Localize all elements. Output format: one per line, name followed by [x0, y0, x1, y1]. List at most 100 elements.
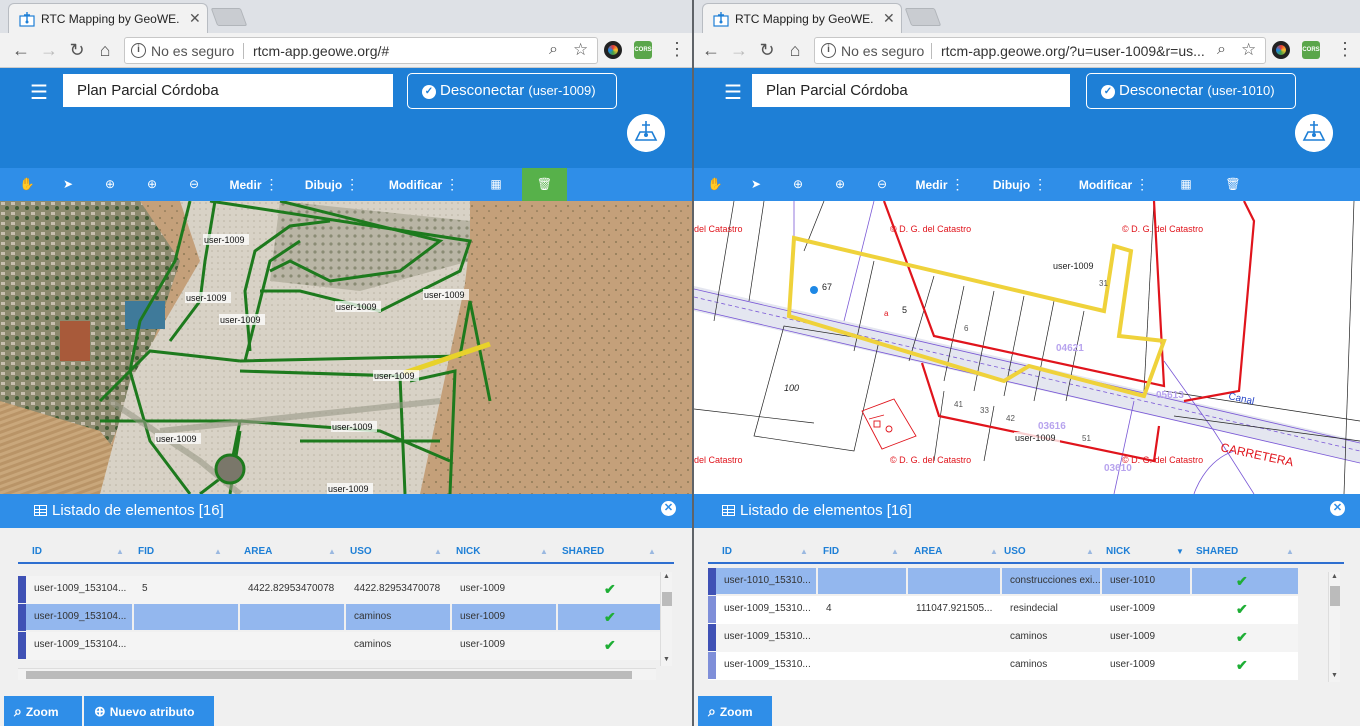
- browser-menu-icon[interactable]: ⋮: [1336, 39, 1354, 60]
- home-icon[interactable]: ⌂: [784, 39, 806, 61]
- close-panel-icon[interactable]: ✕: [1330, 501, 1345, 516]
- cors-extension-icon[interactable]: CORS: [1302, 41, 1320, 59]
- shared-check-icon: ✔: [1236, 601, 1248, 617]
- bookmark-star-icon[interactable]: ☆: [573, 40, 588, 60]
- hamburger-menu-icon[interactable]: ☰: [30, 80, 48, 105]
- pan-hand-icon[interactable]: ✋: [14, 168, 40, 201]
- map-label: user-1009: [336, 302, 377, 312]
- new-attribute-button[interactable]: ⊕ Nuevo atributo: [84, 696, 214, 726]
- column-header-nick[interactable]: NICK ▲: [456, 546, 548, 557]
- zoom-out-icon[interactable]: ⊖: [182, 168, 206, 201]
- back-icon[interactable]: ←: [10, 39, 32, 61]
- horizontal-scrollbar[interactable]: [18, 668, 656, 680]
- disconnect-button[interactable]: ✓ Desconectar (user-1010): [1086, 73, 1296, 109]
- disconnect-user: (user-1009): [528, 83, 596, 98]
- forward-icon[interactable]: →: [38, 39, 60, 61]
- zoom-in-icon[interactable]: ⊕: [140, 168, 164, 201]
- project-name-input[interactable]: [752, 74, 1070, 107]
- column-header-shared[interactable]: SHARED ▲: [1196, 546, 1294, 557]
- select-pointer-icon[interactable]: ➤: [744, 168, 768, 201]
- column-header-shared[interactable]: SHARED ▲: [562, 546, 656, 557]
- column-header-uso[interactable]: USO ▲: [350, 546, 442, 557]
- browser-menu-icon[interactable]: ⋮: [668, 39, 686, 60]
- cell-id: user-1009_153104...: [34, 583, 127, 594]
- map-label: © D. G. del Catastro: [890, 455, 971, 465]
- delete-trash-icon[interactable]: 🗑: [522, 168, 567, 201]
- disconnect-button[interactable]: ✓ Desconectar (user-1009): [407, 73, 617, 109]
- reload-icon[interactable]: ↻: [66, 39, 88, 61]
- column-header-uso[interactable]: USO ▲: [1004, 546, 1094, 557]
- map-label: 33: [980, 406, 989, 415]
- tab-close-icon[interactable]: ✕: [189, 10, 201, 27]
- column-header-id[interactable]: ID ▲: [32, 546, 124, 557]
- cors-extension-icon[interactable]: CORS: [634, 41, 652, 59]
- close-panel-icon[interactable]: ✕: [661, 501, 676, 516]
- draw-menu[interactable]: Dibujo ⋮: [302, 168, 362, 201]
- forward-icon[interactable]: →: [728, 39, 750, 61]
- table-row[interactable]: user-1009_15310... caminos user-1009 ✔: [708, 624, 1298, 652]
- list-panel: ID ▲ FID ▲ AREA ▲ USO ▲ NICK ▼ SHARED ▲ user-1…: [694, 528, 1360, 696]
- column-header-id[interactable]: ID ▲: [722, 546, 808, 557]
- map-cadastre[interactable]: del Catastro © D. G. del Catastro © D. G…: [694, 201, 1360, 494]
- table-row-selected[interactable]: user-1010_15310... construcciones exi...…: [708, 568, 1298, 596]
- hamburger-menu-icon[interactable]: ☰: [724, 80, 742, 105]
- zoom-in-icon[interactable]: ⊕: [828, 168, 852, 201]
- modify-menu[interactable]: Modificar ⋮: [1074, 168, 1154, 201]
- column-header-area[interactable]: AREA ▲: [244, 546, 336, 557]
- measure-menu[interactable]: Medir ⋮: [224, 168, 284, 201]
- home-icon[interactable]: ⌂: [94, 39, 116, 61]
- zoom-button[interactable]: ⌕ Zoom: [4, 696, 82, 726]
- address-bar[interactable]: i No es seguro rtcm-app.geowe.org/?u=use…: [814, 37, 1266, 64]
- info-icon[interactable]: i: [131, 43, 146, 58]
- list-title: Listado de elementos [16]: [34, 502, 224, 519]
- new-tab-button[interactable]: [904, 8, 942, 26]
- back-icon[interactable]: ←: [700, 39, 722, 61]
- map-label: user-1009: [156, 434, 197, 444]
- vertical-scrollbar[interactable]: ▲ ▼: [1328, 572, 1340, 682]
- zoom-out-icon[interactable]: ⊖: [870, 168, 894, 201]
- column-header-nick[interactable]: NICK ▼: [1106, 546, 1184, 557]
- draw-menu[interactable]: Dibujo ⋮: [990, 168, 1050, 201]
- tab-close-icon[interactable]: ✕: [883, 10, 895, 27]
- map-label: user-1009: [424, 290, 465, 300]
- search-icon[interactable]: ⌕: [1217, 41, 1226, 59]
- map-canvas[interactable]: user-1009 user-1009 user-1009 user-1009 …: [0, 201, 692, 494]
- new-tab-button[interactable]: [210, 8, 248, 26]
- table-row[interactable]: user-1009_15310... caminos user-1009 ✔: [708, 652, 1298, 680]
- table-row[interactable]: user-1009_153104... 5 4422.82953470078 4…: [18, 576, 660, 604]
- cell-fid: [134, 604, 238, 630]
- info-icon[interactable]: i: [821, 43, 836, 58]
- map-satellite[interactable]: user-1009 user-1009 user-1009 user-1009 …: [0, 201, 692, 494]
- reload-icon[interactable]: ↻: [756, 39, 778, 61]
- pan-hand-icon[interactable]: ✋: [702, 168, 728, 201]
- extension-color-icon[interactable]: [1272, 41, 1290, 59]
- address-bar[interactable]: i No es seguro rtcm-app.geowe.org/# ⌕ ☆: [124, 37, 598, 64]
- map-label: 41: [954, 400, 963, 409]
- delete-trash-icon[interactable]: 🗑: [1220, 168, 1246, 201]
- extension-color-icon[interactable]: [604, 41, 622, 59]
- disconnect-user: (user-1010): [1207, 83, 1275, 98]
- table-icon[interactable]: ▦: [482, 168, 510, 201]
- zoom-box-icon[interactable]: ⊕: [98, 168, 122, 201]
- table-row-selected[interactable]: user-1009_153104... caminos user-1009 ✔: [18, 604, 660, 632]
- table-icon[interactable]: ▦: [1172, 168, 1200, 201]
- zoom-button[interactable]: ⌕ Zoom: [698, 696, 772, 726]
- project-name-input[interactable]: [63, 74, 393, 107]
- column-header-fid[interactable]: FID ▲: [823, 546, 899, 557]
- table-row[interactable]: user-1009_15310... 4 111047.921505... re…: [708, 596, 1298, 624]
- column-header-fid[interactable]: FID ▲: [138, 546, 222, 557]
- table-row[interactable]: user-1009_153104... caminos user-1009 ✔: [18, 632, 660, 660]
- select-pointer-icon[interactable]: ➤: [56, 168, 80, 201]
- measure-menu[interactable]: Medir ⋮: [910, 168, 970, 201]
- browser-tab[interactable]: RTC Mapping by GeoWE. ✕: [8, 3, 208, 33]
- search-icon[interactable]: ⌕: [549, 41, 558, 59]
- modify-menu[interactable]: Modificar ⋮: [384, 168, 464, 201]
- vertical-scrollbar[interactable]: ▲ ▼: [660, 572, 672, 666]
- cell-fid: [818, 624, 906, 650]
- browser-tab[interactable]: RTC Mapping by GeoWE. ✕: [702, 3, 902, 33]
- app-favicon-icon: [19, 12, 35, 27]
- column-header-area[interactable]: AREA ▲: [914, 546, 998, 557]
- map-canvas[interactable]: del Catastro © D. G. del Catastro © D. G…: [694, 201, 1360, 494]
- bookmark-star-icon[interactable]: ☆: [1241, 40, 1256, 60]
- zoom-box-icon[interactable]: ⊕: [786, 168, 810, 201]
